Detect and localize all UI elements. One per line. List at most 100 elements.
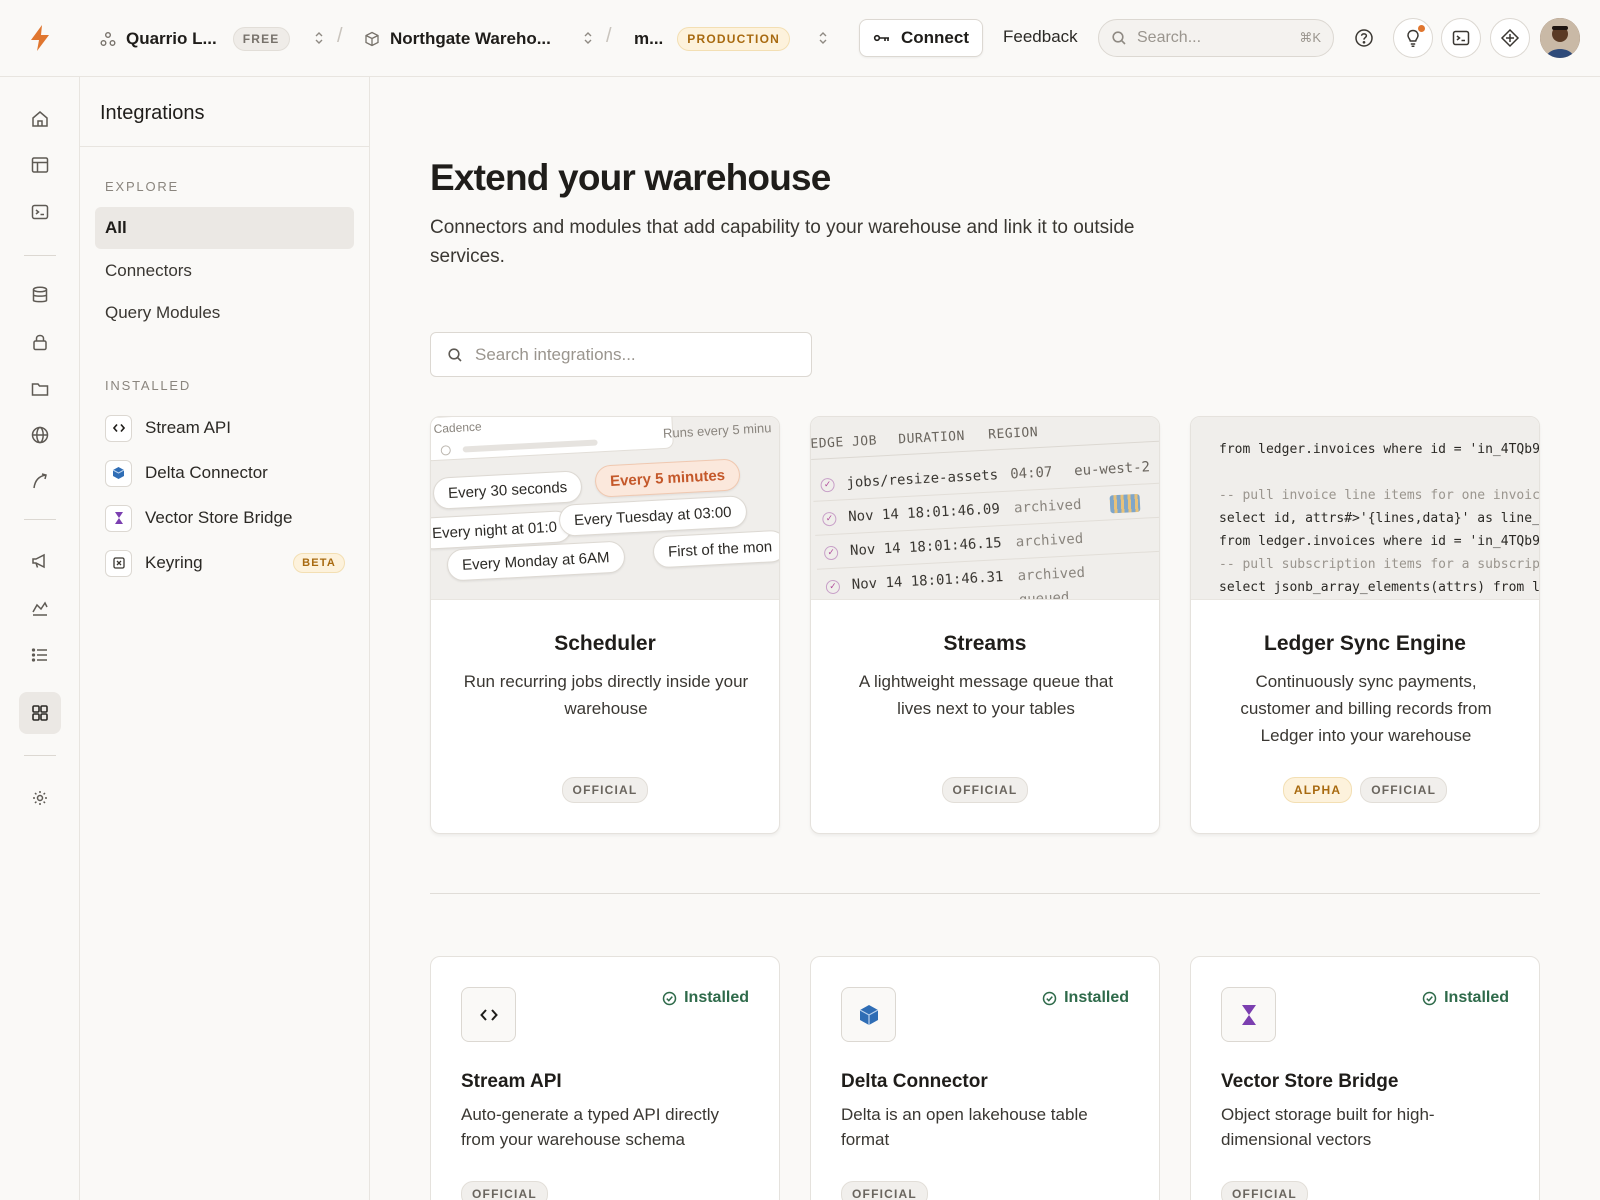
- official-badge: OFFICIAL: [1221, 1181, 1308, 1200]
- card-badges: ALPHA OFFICIAL: [1191, 777, 1539, 803]
- search-placeholder: Search...: [1137, 29, 1202, 46]
- top-bar: Quarrio L... FREE / Northgate Wareho... …: [0, 0, 1600, 77]
- card-title: Vector Store Bridge: [1221, 1071, 1399, 1092]
- stream-cell: 04:07: [1009, 464, 1053, 483]
- sidebar-item-label: All: [105, 218, 127, 237]
- feedback-link[interactable]: Feedback: [1003, 27, 1078, 47]
- nav-storage[interactable]: [19, 368, 61, 410]
- integration-card-scheduler[interactable]: Cadence Runs every 5 minu Every 30 secon…: [430, 416, 780, 834]
- nav-settings[interactable]: [19, 777, 61, 819]
- curve-arrow-icon: [33, 473, 47, 489]
- sidebar-item-connectors[interactable]: Connectors: [95, 250, 354, 292]
- sidebar-item-query-modules[interactable]: Query Modules: [95, 292, 354, 334]
- integration-card-streams[interactable]: EDGE JOB DURATION REGION ✓ jobs/resize-a…: [810, 416, 1160, 834]
- global-search[interactable]: Search... ⌘K: [1098, 19, 1334, 57]
- streams-table: EDGE JOB DURATION REGION ✓ jobs/resize-a…: [811, 417, 1159, 600]
- integration-card-ledger-sync-engine[interactable]: from ledger.invoices where id = 'in_4TQb…: [1190, 416, 1540, 834]
- stream-cell: jobs/resize-assets: [846, 467, 999, 492]
- rail-divider: [24, 755, 56, 756]
- installed-label: Installed: [684, 989, 749, 1006]
- sidebar-item-label: Delta Connector: [145, 463, 268, 482]
- sidebar-item-vector-store-bridge[interactable]: Vector Store Bridge: [105, 503, 345, 533]
- hourglass-icon: [105, 504, 132, 532]
- official-badge: OFFICIAL: [841, 1181, 928, 1200]
- whats-new-button[interactable]: [1393, 18, 1433, 58]
- assistant-button[interactable]: [1490, 18, 1530, 58]
- check-circle-icon: ✓: [820, 477, 835, 493]
- nav-realtime[interactable]: [19, 460, 61, 502]
- connect-label: Connect: [901, 28, 969, 47]
- installed-status: Installed: [662, 989, 749, 1007]
- installed-card-vector-store-bridge[interactable]: Installed Vector Store Bridge Object sto…: [1190, 956, 1540, 1200]
- installed-card-stream-api[interactable]: Installed Stream API Auto-generate a typ…: [430, 956, 780, 1200]
- cadence-label: Cadence: [433, 419, 482, 436]
- search-icon: [448, 347, 462, 362]
- nav-integrations[interactable]: [19, 692, 61, 734]
- nav-sql-editor[interactable]: [19, 191, 61, 233]
- card-title: Stream API: [461, 1071, 562, 1092]
- check-circle-icon: [1042, 991, 1057, 1005]
- stream-cell: archived: [1013, 496, 1082, 517]
- cadence-pill-selected: Every 5 minutes: [594, 458, 741, 498]
- cadence-field: Cadence: [431, 417, 674, 462]
- help-button[interactable]: [1344, 18, 1384, 58]
- chevron-updown-icon[interactable]: [583, 30, 593, 46]
- nav-auth[interactable]: [19, 321, 61, 363]
- search-shortcut: ⌘K: [1299, 30, 1321, 45]
- integrations-search-input[interactable]: Search integrations...: [430, 332, 812, 377]
- lightning-logo-icon[interactable]: [28, 24, 52, 52]
- sidebar-item-keyring[interactable]: Keyring BETA: [105, 548, 345, 578]
- breadcrumb-separator: /: [606, 25, 612, 47]
- notification-dot: [1418, 25, 1425, 32]
- branch-switcher[interactable]: m... PRODUCTION: [634, 0, 790, 77]
- cadence-bar: [462, 439, 598, 453]
- stripe-marker: [1109, 493, 1141, 514]
- chevron-updown-icon[interactable]: [314, 30, 324, 46]
- nav-home[interactable]: [19, 98, 61, 140]
- stream-cell: queued: [1018, 589, 1070, 600]
- nav-advisors[interactable]: [19, 540, 61, 582]
- branch-name: m...: [634, 28, 664, 48]
- environment-badge: PRODUCTION: [677, 26, 790, 51]
- nav-edge-functions[interactable]: [19, 414, 61, 456]
- card-title: Scheduler: [554, 632, 656, 655]
- nav-logs[interactable]: [19, 634, 61, 676]
- chart-line-icon: [32, 601, 48, 616]
- delta-cube-icon: [841, 987, 896, 1042]
- card-description: Delta is an open lakehouse table format: [841, 1105, 1088, 1149]
- sidebar-item-delta-connector[interactable]: Delta Connector: [105, 458, 345, 488]
- main-content: Extend your warehouse Connectors and mod…: [370, 77, 1600, 1200]
- page-title: Extend your warehouse: [430, 157, 831, 198]
- section-divider: [430, 893, 1540, 894]
- sidebar-item-label: Vector Store Bridge: [145, 508, 293, 527]
- alpha-badge: ALPHA: [1282, 777, 1353, 803]
- card-title: Streams: [943, 632, 1027, 655]
- stream-cell: archived: [1015, 530, 1084, 551]
- connect-button[interactable]: Connect: [859, 19, 983, 57]
- nav-table-editor[interactable]: [19, 144, 61, 186]
- card-badges: OFFICIAL: [811, 777, 1159, 803]
- page-subtitle: Connectors and modules that add capabili…: [430, 217, 1135, 267]
- cadence-pill: First of the mon: [652, 529, 779, 569]
- nav-reports[interactable]: [19, 587, 61, 629]
- installed-card-delta-connector[interactable]: Installed Delta Connector Delta is an op…: [810, 956, 1160, 1200]
- installed-label: Installed: [1064, 989, 1129, 1006]
- card-description: Run recurring jobs directly inside your …: [463, 672, 749, 718]
- org-switcher[interactable]: Quarrio L... FREE: [100, 0, 290, 77]
- chevron-updown-icon[interactable]: [818, 30, 828, 46]
- runs-every-label: Runs every 5 minu: [662, 420, 772, 441]
- terminal-icon: [1452, 30, 1470, 46]
- rail-divider: [24, 519, 56, 520]
- sidebar-item-all[interactable]: All: [95, 207, 354, 249]
- stream-cell: Nov 14 18:01:46.31: [851, 569, 1004, 593]
- column-header: REGION: [987, 425, 1039, 443]
- official-badge: OFFICIAL: [461, 1181, 548, 1200]
- sidebar-item-stream-api[interactable]: Stream API: [105, 413, 345, 443]
- check-circle-icon: ✓: [825, 579, 841, 595]
- cadence-pill: Every Tuesday at 03:00: [558, 495, 748, 537]
- terminal-button[interactable]: [1441, 18, 1481, 58]
- code-line: from ledger.invoices where id = 'in_4TQb…: [1219, 442, 1540, 457]
- project-switcher[interactable]: Northgate Wareho...: [364, 0, 551, 77]
- user-avatar[interactable]: [1540, 18, 1580, 58]
- nav-database[interactable]: [19, 274, 61, 316]
